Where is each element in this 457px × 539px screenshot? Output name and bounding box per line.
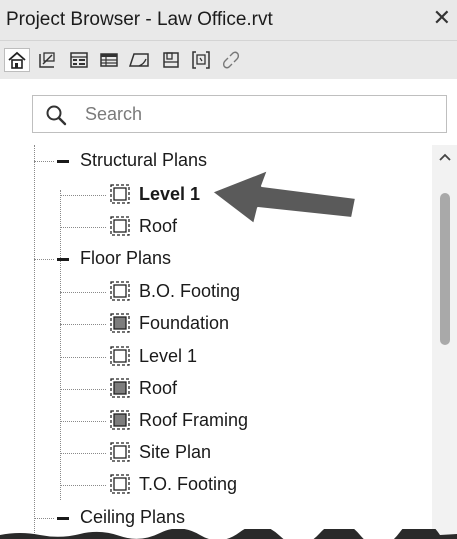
link-icon bbox=[222, 51, 240, 69]
title-bar: Project Browser - Law Office.rvt ✕ bbox=[0, 0, 457, 41]
tree-connector bbox=[34, 259, 54, 260]
table-button[interactable] bbox=[96, 48, 122, 72]
link-button[interactable] bbox=[218, 48, 244, 72]
tree-connector bbox=[60, 357, 106, 358]
floor-plan-view-filled-icon bbox=[110, 410, 130, 430]
search-box[interactable] bbox=[32, 95, 447, 133]
tree-node-label: Floor Plans bbox=[80, 248, 172, 268]
view-3d-button[interactable] bbox=[34, 48, 60, 72]
tree-item-site-plan[interactable]: Site Plan bbox=[0, 438, 430, 468]
tree-connector bbox=[60, 421, 106, 422]
tree-connector bbox=[60, 485, 106, 486]
vertical-scrollbar[interactable] bbox=[432, 145, 457, 539]
tree-item-bo-footing[interactable]: B.O. Footing bbox=[0, 277, 430, 307]
tree-item-label: Roof bbox=[139, 216, 178, 236]
tree-node-floor-plans[interactable]: Floor Plans bbox=[0, 244, 430, 274]
family-button[interactable] bbox=[158, 48, 184, 72]
floor-plan-view-icon bbox=[110, 442, 130, 462]
view-3d-icon bbox=[39, 52, 55, 68]
schedule-icon bbox=[70, 52, 88, 68]
collapse-icon[interactable] bbox=[57, 160, 69, 163]
table-icon bbox=[100, 53, 118, 67]
floor-plan-view-icon bbox=[110, 281, 130, 301]
schedule-button[interactable] bbox=[66, 48, 92, 72]
floor-plan-view-filled-icon bbox=[110, 378, 130, 398]
project-browser-home-button[interactable] bbox=[4, 48, 30, 72]
collapse-icon[interactable] bbox=[57, 517, 69, 520]
tree-item-foundation[interactable]: Foundation bbox=[0, 309, 430, 339]
tree-item-label: Roof bbox=[139, 378, 178, 398]
chevron-up-icon bbox=[438, 153, 451, 161]
tree-item-roof-framing[interactable]: Roof Framing bbox=[0, 406, 430, 436]
tree-item-to-footing[interactable]: T.O. Footing bbox=[0, 470, 430, 500]
tree-connector bbox=[60, 453, 106, 454]
tree-connector bbox=[60, 389, 106, 390]
close-icon[interactable]: ✕ bbox=[433, 6, 451, 30]
floor-plan-view-filled-icon bbox=[110, 313, 130, 333]
search-input[interactable] bbox=[85, 102, 425, 126]
torn-edge-decoration bbox=[0, 529, 457, 539]
scrollbar-thumb[interactable] bbox=[440, 193, 450, 345]
sheet-icon bbox=[128, 53, 149, 67]
toolbar bbox=[0, 41, 457, 79]
tree-item-label: Site Plan bbox=[139, 442, 212, 462]
tree-connector bbox=[60, 292, 106, 293]
floor-plan-view-icon bbox=[110, 474, 130, 494]
floor-plan-view-icon bbox=[110, 216, 130, 236]
floor-plan-view-icon bbox=[110, 184, 130, 204]
sheet-button[interactable] bbox=[126, 48, 152, 72]
tree-connector bbox=[60, 324, 106, 325]
tree-connector bbox=[60, 227, 106, 228]
search-icon bbox=[46, 105, 67, 126]
family-icon bbox=[163, 52, 179, 68]
tree-connector bbox=[34, 518, 54, 519]
tree-item-floor-roof[interactable]: Roof bbox=[0, 374, 430, 404]
floor-plan-view-icon bbox=[110, 346, 130, 366]
collapse-icon[interactable] bbox=[57, 258, 69, 261]
tree-item-label: B.O. Footing bbox=[139, 281, 241, 301]
tree-connector bbox=[34, 161, 54, 162]
scroll-up-button[interactable] bbox=[432, 145, 457, 169]
window-title: Project Browser - Law Office.rvt bbox=[6, 9, 273, 30]
tree-item-label: Level 1 bbox=[139, 346, 198, 366]
callout-arrow-icon bbox=[211, 169, 357, 225]
group-icon bbox=[192, 51, 210, 69]
tree-item-label: T.O. Footing bbox=[139, 474, 238, 494]
tree-item-label: Roof Framing bbox=[139, 410, 249, 430]
tree-item-label: Foundation bbox=[139, 313, 230, 333]
group-button[interactable] bbox=[188, 48, 214, 72]
tree-node-label: Ceiling Plans bbox=[80, 507, 186, 527]
project-browser-home-icon bbox=[8, 51, 26, 69]
tree-node-label: Structural Plans bbox=[80, 150, 208, 170]
tree-item-floor-level-1[interactable]: Level 1 bbox=[0, 342, 430, 372]
tree-connector bbox=[60, 195, 106, 196]
tree-item-label: Level 1 bbox=[139, 184, 201, 204]
